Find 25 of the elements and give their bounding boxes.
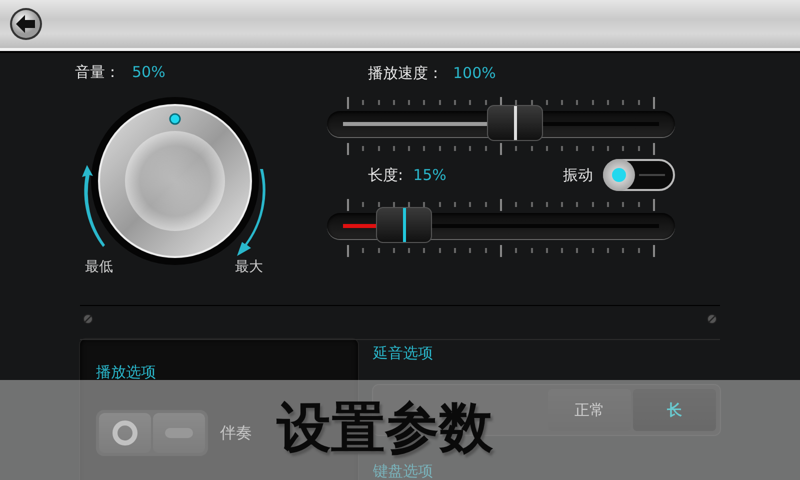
screw-icon xyxy=(83,314,93,324)
accompaniment-switch[interactable] xyxy=(96,410,208,456)
arc-arrow-icon xyxy=(237,169,266,256)
slider-label: 长度: xyxy=(368,166,404,184)
section-title: 延音选项 xyxy=(373,344,434,363)
slider-value: 100% xyxy=(453,64,496,82)
volume-value: 50% xyxy=(132,63,166,83)
slider-thumb[interactable] xyxy=(376,207,432,243)
section-title: 键盘选项 xyxy=(373,463,434,480)
slider-value: 15% xyxy=(413,166,446,184)
slider-thumb[interactable] xyxy=(487,105,543,141)
accompaniment-label: 伴奏 xyxy=(220,422,252,444)
ring-icon xyxy=(112,420,138,446)
section-title: 播放选项 xyxy=(96,363,157,382)
min-label: 最低 xyxy=(85,259,113,275)
volume-label: 音量： xyxy=(75,63,120,83)
back-icon[interactable] xyxy=(9,7,43,41)
vibration-switch[interactable] xyxy=(603,159,675,191)
max-label: 最大 xyxy=(235,259,263,275)
segment-button[interactable]: 长 xyxy=(633,389,716,431)
arc-arrow-icon xyxy=(82,165,105,247)
slider-label: 播放速度： xyxy=(368,64,443,82)
caption-text: 设置参数 xyxy=(277,398,493,458)
vibration-label: 振动 xyxy=(563,166,593,184)
screw-icon xyxy=(707,314,717,324)
